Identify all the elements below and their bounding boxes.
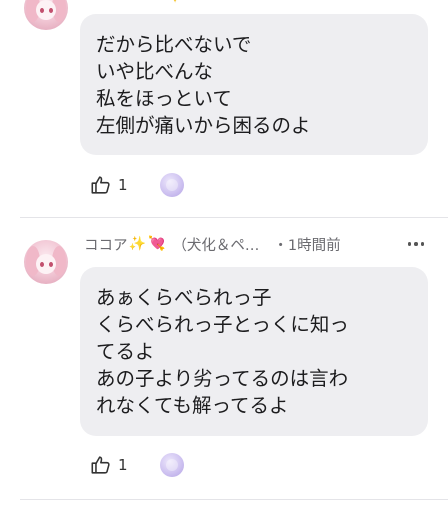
avatar[interactable] — [24, 0, 68, 30]
comment-line: あぁくらべられっ子 — [96, 286, 272, 309]
thumbs-up-icon[interactable] — [90, 174, 112, 196]
comment-meta: ココア ✨ 💘 （犬化＆ペ… ・1時間前 — [84, 232, 341, 256]
comment-thread: ✦ だから比べないで いや比べんな 私をほっといて 左側が痛いから困るのよ 1 … — [0, 0, 448, 512]
comment-bubble: あぁくらべられっ子 くらべられっ子とっくに知っ てるよ あの子より劣ってるのは言… — [80, 267, 428, 436]
like-count: 1 — [118, 176, 128, 194]
comment-line: だから比べないで — [96, 33, 252, 56]
comment-actions: 1 — [90, 452, 184, 478]
reaction-sticker-icon[interactable] — [159, 453, 184, 477]
reaction-sticker-icon[interactable] — [159, 173, 184, 197]
comment-line: くらべられっ子とっくに知っ — [96, 313, 349, 336]
comment-line: てるよ — [96, 340, 155, 363]
comment-line: 左側が痛いから困るのよ — [96, 114, 311, 137]
comment-line: あの子より劣ってるのは言わ — [96, 367, 349, 390]
commenter-affiliation: （犬化＆ペ… — [172, 237, 260, 254]
timestamp: ・1時間前 — [273, 237, 341, 254]
comment-line: れなくても解ってるよ — [96, 394, 289, 417]
thumbs-up-icon[interactable] — [90, 454, 112, 476]
heart-arrow-emoji-icon: 💘 — [147, 236, 166, 252]
divider — [20, 499, 448, 500]
commenter-name[interactable]: ココア — [84, 234, 128, 255]
comment-line: 私をほっといて — [96, 87, 232, 110]
divider — [20, 217, 448, 218]
sparkle-emoji-icon: ✨ — [128, 236, 146, 252]
more-options-icon[interactable] — [404, 232, 428, 256]
avatar[interactable] — [24, 240, 68, 284]
sparkle-emoji-icon: ✦ — [170, 0, 180, 6]
like-count: 1 — [118, 456, 128, 474]
comment-bubble: だから比べないで いや比べんな 私をほっといて 左側が痛いから困るのよ — [80, 14, 428, 155]
comment-actions: 1 — [90, 172, 184, 198]
comment-line: いや比べんな — [96, 60, 214, 83]
